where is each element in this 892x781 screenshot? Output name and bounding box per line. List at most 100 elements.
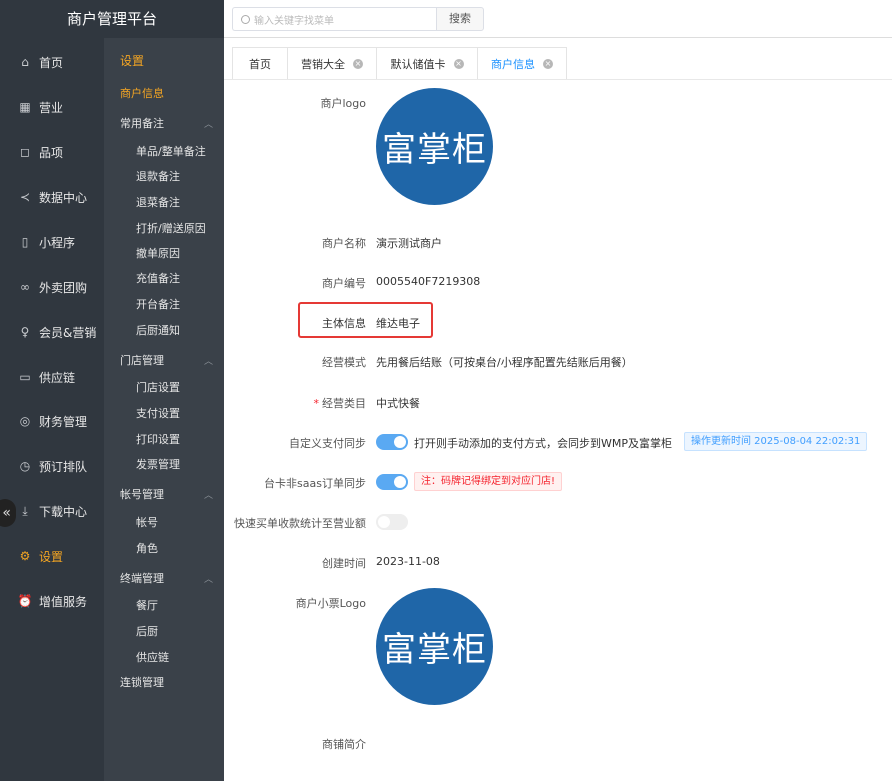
app-title: 商户管理平台 (0, 0, 224, 38)
tab-marketing[interactable]: 营销大全 × (287, 47, 377, 79)
nav-item-label: 品项 (39, 145, 64, 160)
nav-item-label: 设置 (39, 549, 64, 564)
subnav-item[interactable]: 供应链 (136, 649, 169, 665)
nav-item-label: 供应链 (39, 370, 76, 385)
category-value: 中式快餐 (376, 397, 420, 410)
nav-item-value-added[interactable]: ⏰ 增值服务 (0, 590, 104, 612)
top-bar: 输入关键字找菜单 搜索 (224, 0, 892, 38)
home-icon: ⌂ (21, 55, 29, 69)
nav-item-label: 增值服务 (39, 594, 88, 609)
search-placeholder: 输入关键字找菜单 (254, 15, 334, 27)
receipt-logo[interactable]: 富掌柜 (376, 588, 493, 705)
app-root: ⌂ 首页 ▦ 营业 ◻ 品项 ≺ 数据中心 ▯ 小程序 ∞ 外卖团购 ♀ 会员&营销 ▭ 供应链… (0, 0, 892, 781)
nav-item-data-center[interactable]: ≺ 数据中心 (0, 186, 104, 208)
subnav-item-merchant-info[interactable]: 商户信息 (120, 85, 164, 101)
database-icon: ◎ (19, 414, 31, 428)
tab-label: 首页 (249, 57, 271, 71)
subnav-item[interactable]: 撤单原因 (136, 245, 180, 261)
search-button[interactable]: 搜索 (436, 7, 484, 31)
subnav-item[interactable]: 退菜备注 (136, 194, 180, 210)
calendar-icon: ▦ (19, 100, 31, 114)
required-mark: * (313, 397, 320, 410)
fast-pay-label: 快速买单收款统计至营业额 (234, 517, 366, 530)
subnav-group-remarks[interactable]: 常用备注 (120, 115, 164, 131)
subnav-group-terminals[interactable]: 终端管理 (120, 570, 164, 586)
code-label: 商户编号 (322, 277, 366, 290)
gear-icon: ⚙ (19, 549, 31, 563)
logo-text: 富掌柜 (382, 630, 487, 670)
chevron-up-icon[interactable]: ︿ (204, 354, 213, 367)
nav-item-delivery[interactable]: ∞ 外卖团购 (0, 276, 104, 298)
tab-label: 默认储值卡 (390, 57, 446, 71)
close-icon[interactable]: × (453, 58, 464, 69)
subnav-item[interactable]: 打折/赠送原因 (136, 220, 206, 236)
subnav-item[interactable]: 单品/整单备注 (136, 143, 206, 159)
subnav-item[interactable]: 后厨通知 (136, 322, 180, 338)
update-time-badge: 操作更新时间 2025-08-04 22:02:31 (684, 432, 868, 451)
toggle-knob (394, 476, 406, 488)
subnav-item[interactable]: 后厨 (136, 623, 158, 639)
mode-value: 先用餐后结账（可按桌台/小程序配置先结账后用餐） (376, 356, 633, 369)
chevron-up-icon[interactable]: ︿ (204, 488, 213, 501)
chevron-up-icon[interactable]: ︿ (204, 117, 213, 130)
logo-text: 富掌柜 (382, 130, 487, 170)
nav-item-label: 小程序 (39, 235, 76, 250)
nav-item-finance[interactable]: ◎ 财务管理 (0, 410, 104, 432)
nav-item-label: 外卖团购 (39, 280, 88, 295)
search-input[interactable]: 输入关键字找菜单 (232, 7, 438, 31)
subnav-item[interactable]: 角色 (136, 540, 158, 556)
subnav-group-store[interactable]: 门店管理 (120, 352, 164, 368)
nav-item-label: 会员&营销 (39, 325, 97, 340)
nav-item-mini-program[interactable]: ▯ 小程序 (0, 231, 104, 253)
category-label: * 经营类目 (314, 395, 367, 411)
subnav-item[interactable]: 开台备注 (136, 296, 180, 312)
download-icon: ⤓ (22, 504, 28, 518)
category-label-text: 经营类目 (322, 397, 366, 410)
user-icon: ♀ (20, 325, 30, 339)
nav-item-business[interactable]: ▦ 营业 (0, 96, 104, 118)
double-chevron-left-icon: « (2, 505, 11, 521)
bag-icon: ◻ (20, 145, 30, 159)
custom-pay-label: 自定义支付同步 (289, 437, 366, 450)
close-icon[interactable]: × (543, 58, 553, 69)
mode-label: 经营模式 (322, 356, 366, 369)
search-icon (241, 14, 250, 24)
tab-bar: 首页 营销大全 × 默认储值卡 × 商户信息 × (224, 38, 892, 80)
subnav-item-chain[interactable]: 连锁管理 (120, 674, 164, 690)
subnav-group-accounts[interactable]: 帐号管理 (120, 486, 164, 502)
fast-pay-toggle[interactable] (376, 514, 408, 530)
collapse-sidebar-button[interactable]: « (0, 499, 16, 527)
subnav-item[interactable]: 打印设置 (136, 431, 180, 447)
subnav-title: 设置 (120, 54, 145, 68)
merchant-name: 演示测试商户 (376, 237, 442, 250)
tab-home[interactable]: 首页 (232, 47, 288, 79)
nav-item-supply-chain[interactable]: ▭ 供应链 (0, 366, 104, 388)
saas-sync-toggle[interactable] (376, 474, 408, 490)
logo-label: 商户logo (320, 97, 367, 110)
custom-pay-toggle[interactable] (376, 434, 408, 450)
subnav-item[interactable]: 支付设置 (136, 405, 180, 421)
share-icon: ≺ (19, 190, 31, 204)
chevron-up-icon[interactable]: ︿ (204, 572, 213, 585)
subnav-item[interactable]: 帐号 (136, 514, 158, 530)
subnav-item[interactable]: 发票管理 (136, 456, 180, 472)
clock-icon: ◷ (19, 459, 31, 473)
nav-item-members[interactable]: ♀ 会员&营销 (0, 321, 104, 343)
name-label: 商户名称 (322, 237, 366, 250)
nav-item-reservation[interactable]: ◷ 预订排队 (0, 455, 104, 477)
tab-merchant-info[interactable]: 商户信息 × (477, 47, 567, 79)
saas-label: 台卡非saas订单同步 (264, 477, 366, 490)
subnav-item[interactable]: 充值备注 (136, 270, 180, 286)
main-nav: ⌂ 首页 ▦ 营业 ◻ 品项 ≺ 数据中心 ▯ 小程序 ∞ 外卖团购 ♀ 会员&营销 ▭ 供应链… (0, 0, 104, 781)
tab-stored-value-card[interactable]: 默认储值卡 × (376, 47, 478, 79)
nav-item-home[interactable]: ⌂ 首页 (0, 51, 104, 73)
nav-item-products[interactable]: ◻ 品项 (0, 141, 104, 163)
subnav-item[interactable]: 门店设置 (136, 379, 180, 395)
subnav-item[interactable]: 退款备注 (136, 168, 180, 184)
close-icon[interactable]: × (353, 58, 363, 69)
phone-icon: ▯ (21, 235, 29, 249)
nav-item-settings[interactable]: ⚙ 设置 (0, 545, 104, 567)
merchant-logo[interactable]: 富掌柜 (376, 88, 493, 205)
subnav-item[interactable]: 餐厅 (136, 597, 158, 613)
alarm-icon: ⏰ (17, 594, 33, 608)
